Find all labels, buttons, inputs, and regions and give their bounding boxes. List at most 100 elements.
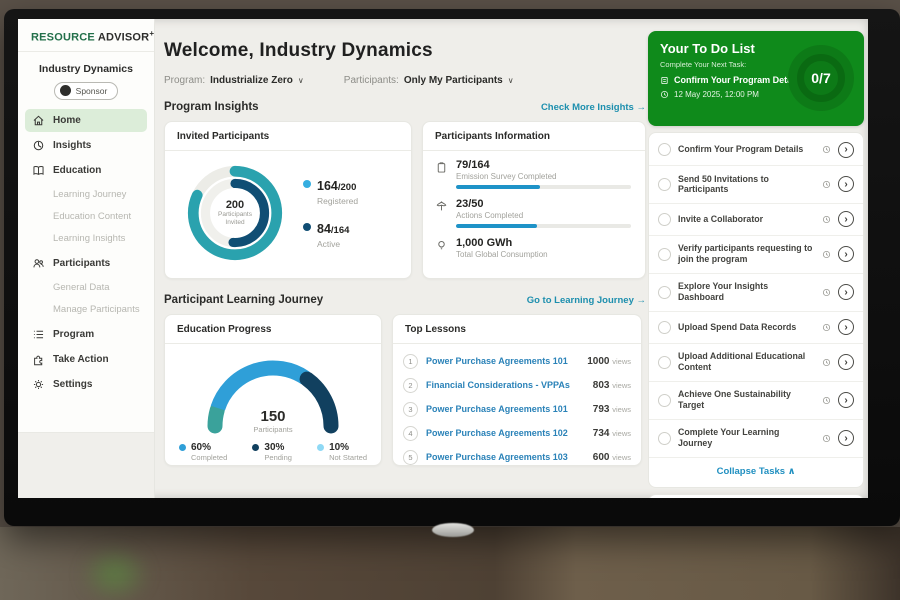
legend-label: Not Started [329, 453, 367, 462]
lesson-link[interactable]: Power Purchase Agreements 102 [426, 428, 585, 438]
sidebar-nav: Home Insights Education Learning Journey… [18, 109, 154, 396]
participants-select-value: Only My Participants [404, 75, 503, 86]
completed-dot [179, 444, 186, 451]
task-go-button[interactable]: › [838, 246, 854, 262]
chevron-right-icon: › [844, 433, 847, 444]
education-progress-card: Education Progress 150 Participants [164, 314, 382, 466]
sidebar-item-home[interactable]: Home [25, 109, 147, 132]
views-count: 600 [593, 452, 610, 463]
sponsor-badge-icon [60, 85, 71, 96]
divider [18, 51, 154, 52]
sidebar-item-program[interactable]: Program [25, 323, 147, 346]
chevron-up-icon: ∧ [788, 466, 796, 477]
clock-icon [822, 145, 831, 154]
clock-icon [822, 396, 831, 405]
chevron-right-icon: › [844, 395, 847, 406]
legend-value: 84 [317, 222, 331, 236]
section-title: Program Insights [164, 101, 259, 113]
sponsor-badge-label: Sponsor [76, 86, 108, 96]
sidebar-item-participants[interactable]: Participants [25, 252, 147, 275]
sidebar-item-insights[interactable]: Insights [25, 134, 147, 157]
task-checkbox[interactable] [658, 356, 671, 369]
task-go-button[interactable]: › [838, 176, 854, 192]
lesson-link[interactable]: Power Purchase Agreements 101 [426, 404, 585, 414]
program-select-value: Industrialize Zero [210, 75, 293, 86]
recent-news-title: Recent News [649, 495, 863, 498]
task-checkbox[interactable] [658, 248, 671, 261]
task-checkbox[interactable] [658, 432, 671, 445]
progress-fill [456, 224, 537, 228]
lesson-row: 2 Financial Considerations - VPPAs 803 v… [403, 373, 631, 397]
participants-select[interactable]: Participants: Only My Participants ∨ [344, 75, 514, 86]
learning-journey-header: Participant Learning Journey Go to Learn… [164, 294, 646, 306]
donut-center-value: 200 [226, 199, 244, 211]
sidebar-item-take-action[interactable]: Take Action [25, 348, 147, 371]
sidebar-item-settings[interactable]: Settings [25, 373, 147, 396]
task-row: Invite a Collaborator › [649, 204, 863, 236]
link-label: Check More Insights [541, 102, 634, 113]
task-go-button[interactable]: › [838, 284, 854, 300]
insights-cards-row: Invited Participants 200 [164, 121, 646, 279]
views-count: 734 [593, 428, 610, 439]
task-label: Explore Your Insights Dashboard [678, 281, 815, 303]
task-checkbox[interactable] [658, 213, 671, 226]
task-checkbox[interactable] [658, 394, 671, 407]
legend-label: Active [317, 239, 349, 249]
stat-label: Total Global Consumption [456, 250, 631, 259]
lesson-link[interactable]: Power Purchase Agreements 101 [426, 356, 579, 366]
legend-value: 10% [329, 442, 367, 453]
lesson-link[interactable]: Power Purchase Agreements 103 [426, 452, 585, 462]
sidebar-item-education[interactable]: Education [25, 159, 147, 182]
clock-icon [822, 323, 831, 332]
legend-denominator: /164 [331, 225, 350, 236]
sidebar-item-general-data[interactable]: General Data [25, 277, 147, 299]
todo-next-task: Confirm Your Program Details [674, 75, 802, 85]
go-to-learning-journey-link[interactable]: Go to Learning Journey → [527, 295, 646, 306]
task-row: Achieve One Sustainability Target › [649, 382, 863, 420]
invited-participants-card: Invited Participants 200 [164, 121, 412, 279]
sidebar-item-learning-insights[interactable]: Learning Insights [25, 228, 147, 250]
arrow-right-icon: → [637, 102, 647, 113]
donut-center-label: Participants Invited [212, 211, 258, 228]
sidebar-item-learning-journey[interactable]: Learning Journey [25, 184, 147, 206]
task-checkbox[interactable] [658, 143, 671, 156]
task-checkbox[interactable] [658, 321, 671, 334]
task-go-button[interactable]: › [838, 142, 854, 158]
legend-value: 30% [264, 442, 292, 453]
task-go-button[interactable]: › [838, 211, 854, 227]
sidebar-footer [18, 432, 154, 498]
lesson-row: 5 Power Purchase Agreements 103 600 view… [403, 445, 631, 469]
task-go-button[interactable]: › [838, 430, 854, 446]
sidebar-item-education-content[interactable]: Education Content [25, 206, 147, 228]
task-label: Invite a Collaborator [678, 214, 815, 225]
legend-registered: 164/200 Registered [303, 177, 358, 206]
stat-value: 79/164 [456, 159, 631, 171]
collapse-tasks-link[interactable]: Collapse Tasks ∧ [649, 458, 863, 486]
filter-bar: Program: Industrialize Zero ∨ Participan… [164, 75, 646, 86]
task-checkbox[interactable] [658, 286, 671, 299]
chevron-right-icon: › [844, 214, 847, 225]
task-row: Send 50 Invitations to Participants › [649, 166, 863, 204]
program-select[interactable]: Program: Industrialize Zero ∨ [164, 75, 304, 86]
task-checkbox[interactable] [658, 178, 671, 191]
task-label: Confirm Your Program Details [678, 144, 815, 155]
check-more-insights-link[interactable]: Check More Insights → [541, 102, 646, 113]
task-go-button[interactable]: › [838, 392, 854, 408]
chevron-down-icon: ∨ [298, 76, 304, 85]
link-label: Collapse Tasks [717, 466, 785, 477]
book-icon [32, 164, 45, 177]
task-go-button[interactable]: › [838, 354, 854, 370]
clock-icon [822, 180, 831, 189]
clock-icon [660, 90, 669, 99]
actions-icon [435, 200, 448, 213]
rank-badge: 1 [403, 354, 418, 369]
lesson-link[interactable]: Financial Considerations - VPPAs [426, 380, 585, 390]
stat-value: 1,000 GWh [456, 237, 631, 249]
sidebar-item-manage-participants[interactable]: Manage Participants [25, 299, 147, 321]
pending-dot [252, 444, 259, 451]
task-label: Verify participants requesting to join t… [678, 243, 815, 265]
task-go-button[interactable]: › [838, 319, 854, 335]
legend-label: Pending [264, 453, 292, 462]
legend-value: 164 [317, 179, 338, 193]
legend-label: Registered [317, 196, 358, 206]
